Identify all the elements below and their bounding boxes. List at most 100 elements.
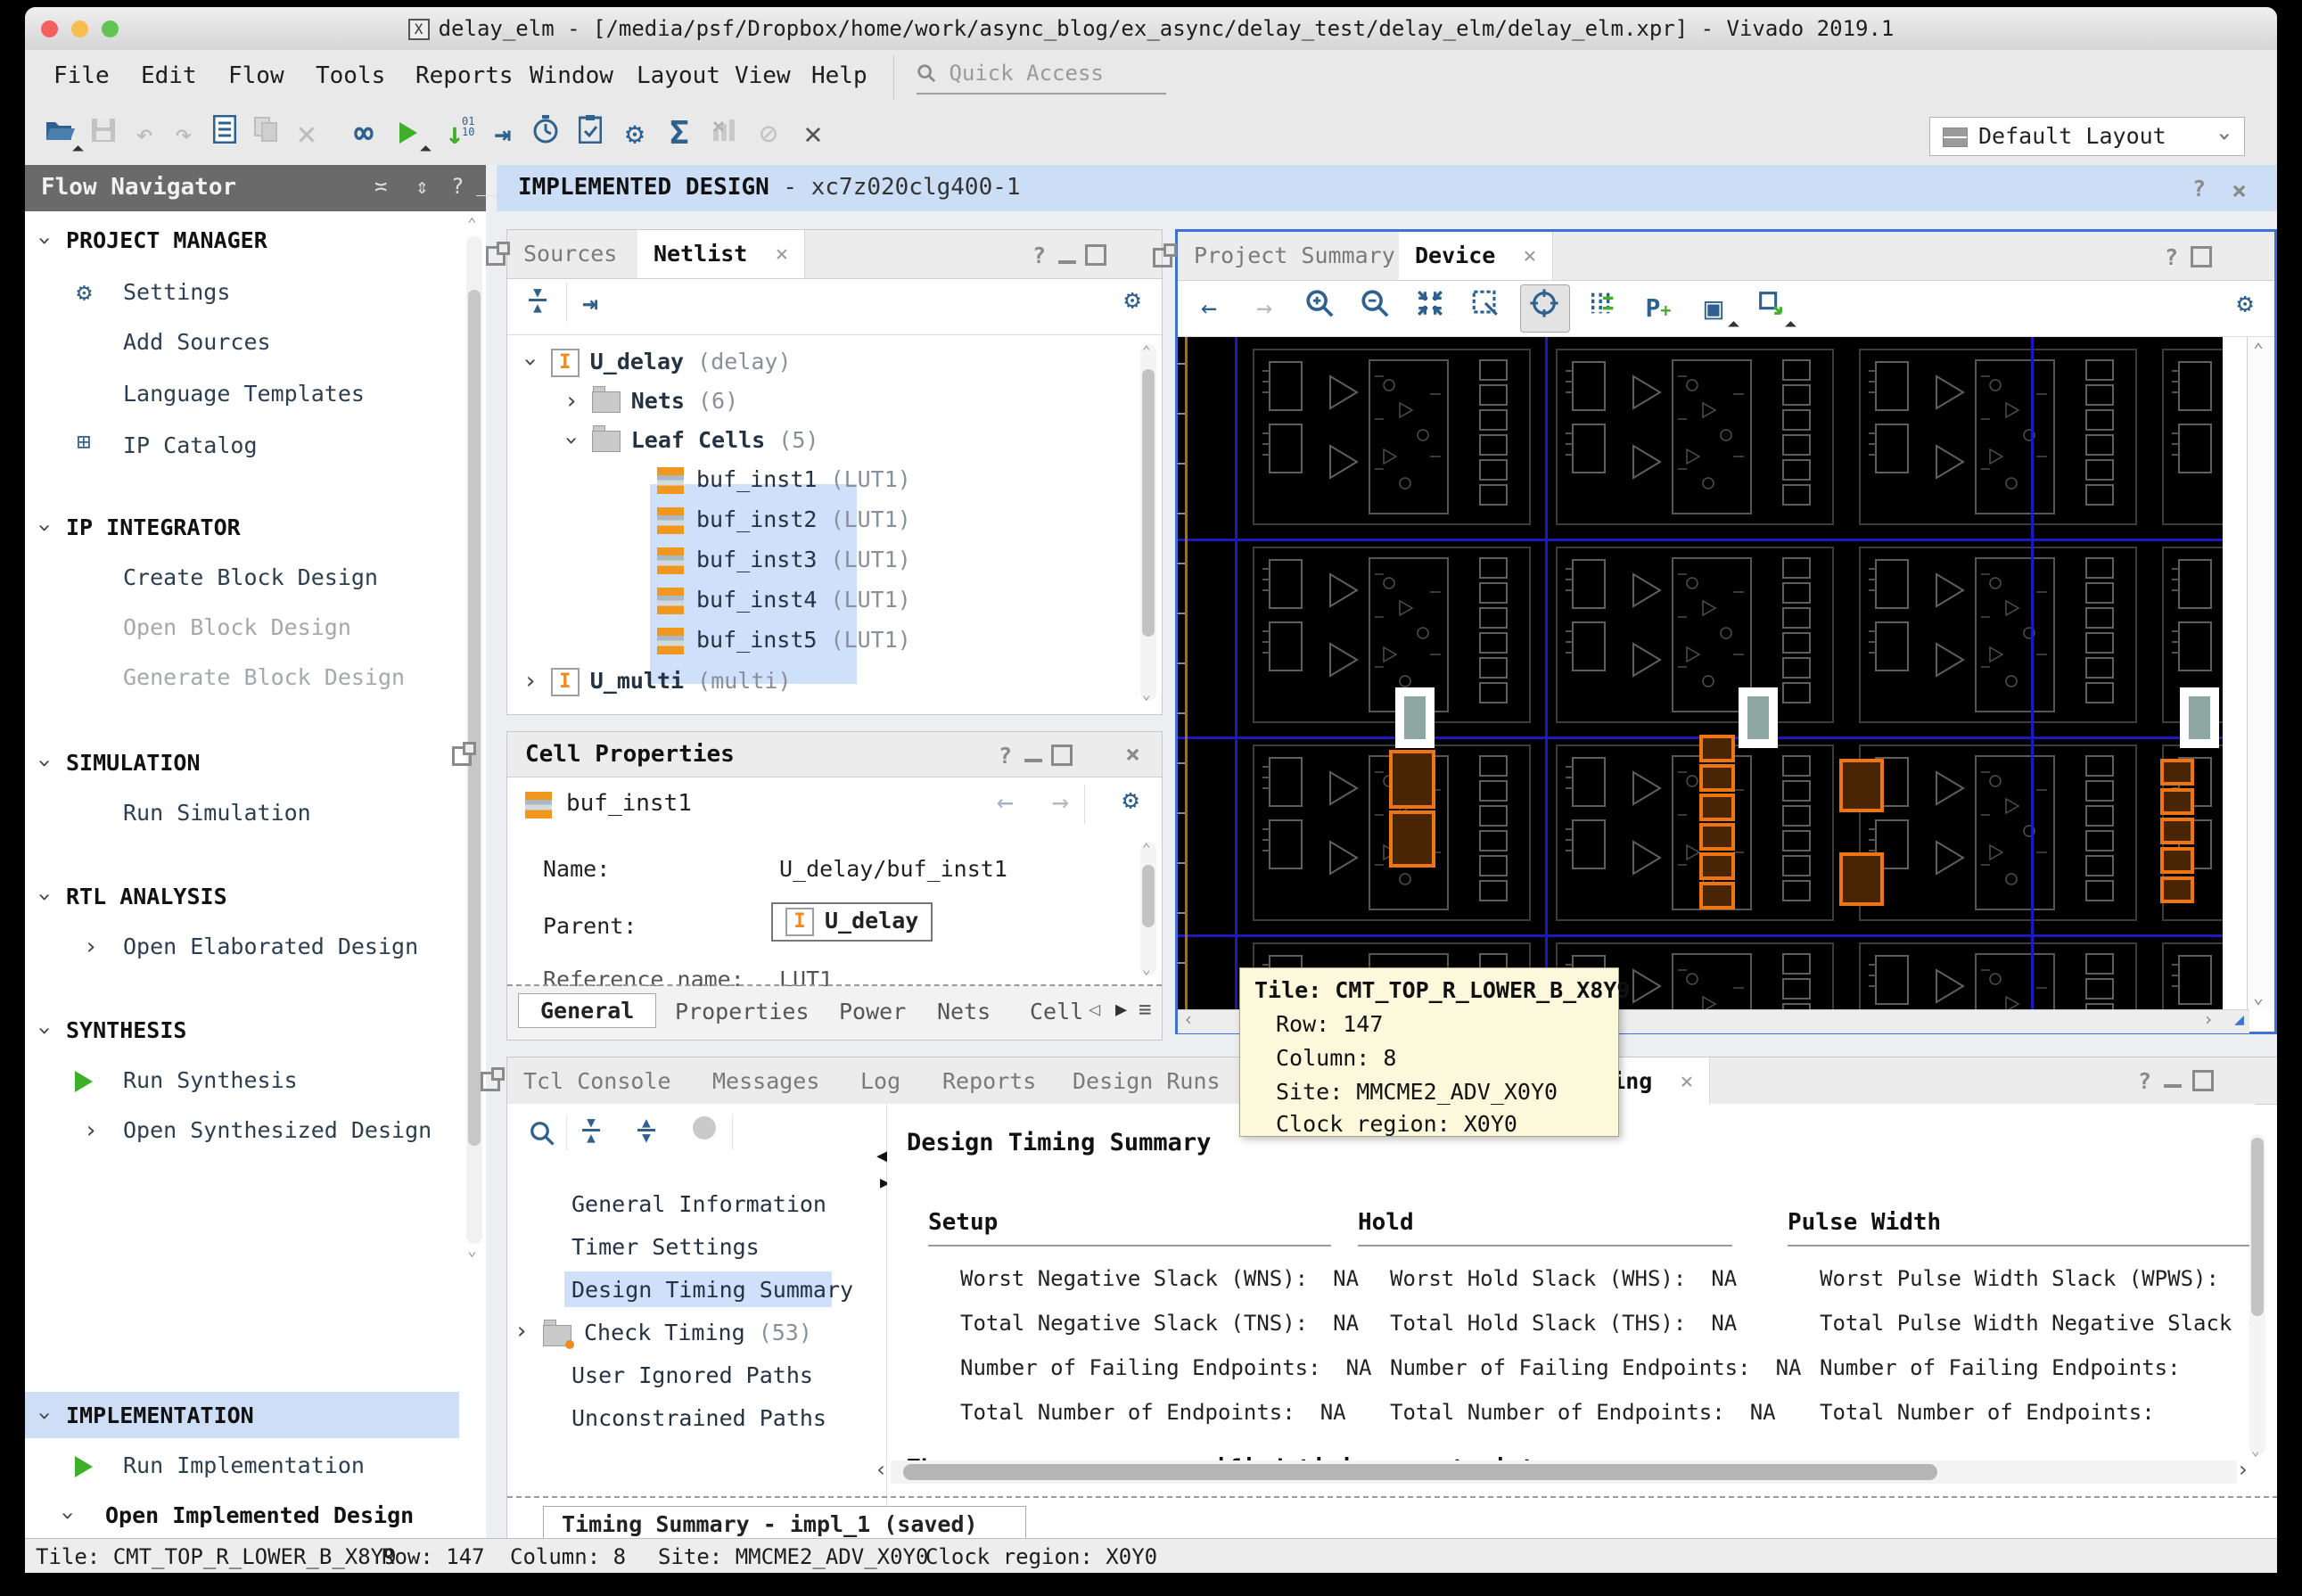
expand-all-icon[interactable]: ⇕ bbox=[415, 174, 428, 199]
sidebar-item-run-simulation[interactable]: Run Simulation bbox=[123, 800, 311, 826]
scroll-down-icon[interactable]: ⌄ bbox=[2253, 986, 2264, 1008]
chart-disabled-button[interactable] bbox=[704, 114, 744, 153]
routing-resources-icon[interactable] bbox=[1581, 288, 1625, 329]
sidebar-section-implementation[interactable]: IMPLEMENTATION bbox=[66, 1403, 254, 1428]
tab-general[interactable]: General bbox=[518, 993, 656, 1028]
forward-arrow-icon[interactable]: → bbox=[1052, 785, 1069, 819]
scroll-down-icon[interactable]: ⌄ bbox=[467, 1241, 477, 1260]
quick-access-search[interactable]: Quick Access bbox=[917, 61, 1166, 95]
maximize-icon[interactable] bbox=[2191, 246, 2212, 267]
tab-tcl-console[interactable]: Tcl Console bbox=[507, 1057, 687, 1106]
float-icon[interactable] bbox=[452, 746, 472, 766]
scroll-left-icon[interactable]: ‹ bbox=[1183, 1008, 1194, 1030]
nav-check-timing[interactable]: Check Timing (53) bbox=[584, 1320, 812, 1345]
tab-properties[interactable]: Properties bbox=[675, 999, 810, 1024]
minimize-icon[interactable] bbox=[1024, 759, 1042, 762]
sidebar-item-add-sources[interactable]: Add Sources bbox=[123, 329, 271, 355]
nav-user-ignored-paths[interactable]: User Ignored Paths bbox=[571, 1362, 813, 1388]
sidebar-item-run-synthesis[interactable]: Run Synthesis bbox=[123, 1067, 298, 1093]
layout-selector[interactable]: Default Layout › bbox=[1929, 117, 2245, 156]
forward-arrow-icon[interactable]: → bbox=[1242, 288, 1287, 329]
sidebar-section-ip-integrator[interactable]: IP INTEGRATOR bbox=[66, 514, 241, 540]
tab-nets[interactable]: Nets bbox=[937, 999, 991, 1024]
menu-view[interactable]: View bbox=[735, 62, 791, 89]
menu-layout[interactable]: Layout bbox=[637, 62, 720, 89]
tab-power[interactable]: Power bbox=[839, 999, 906, 1024]
find-button[interactable]: ∞ bbox=[344, 114, 383, 153]
tree-item-u-delay[interactable]: › IU_delay (delay) bbox=[523, 342, 792, 382]
gear-icon[interactable]: ⚙ bbox=[1122, 785, 1139, 816]
timing-horizontal-scrollbar[interactable]: ‹ › bbox=[891, 1460, 2237, 1484]
timing-vertical-scrollbar[interactable]: ⌄ bbox=[2249, 1134, 2265, 1455]
sidebar-item-settings[interactable]: Settings bbox=[123, 279, 230, 305]
close-tab-icon[interactable]: × bbox=[1523, 243, 1536, 268]
back-arrow-icon[interactable]: ← bbox=[1187, 288, 1231, 329]
zoom-in-icon[interactable] bbox=[1297, 288, 1342, 329]
tab-messages[interactable]: Messages bbox=[696, 1057, 835, 1106]
link-disabled-button[interactable]: ⊘ bbox=[749, 114, 788, 153]
nav-unconstrained-paths[interactable]: Unconstrained Paths bbox=[571, 1405, 826, 1431]
menu-edit[interactable]: Edit bbox=[141, 62, 197, 89]
float-icon[interactable] bbox=[481, 1072, 500, 1091]
open-project-button[interactable] bbox=[41, 114, 80, 153]
collapse-all-icon[interactable]: ▼▲ bbox=[529, 288, 547, 312]
sidebar-scrollbar[interactable]: ⌃ ⌄ bbox=[466, 236, 482, 1244]
sidebar-section-project-manager[interactable]: PROJECT MANAGER bbox=[66, 227, 267, 253]
scroll-to-selected-icon[interactable]: ⇥ bbox=[582, 288, 598, 319]
close-icon[interactable]: × bbox=[1125, 739, 1140, 769]
minimize-icon[interactable] bbox=[1058, 260, 1076, 264]
tab-netlist[interactable]: Netlist × bbox=[637, 230, 805, 278]
minimize-icon[interactable]: ＿ bbox=[476, 169, 497, 200]
help-icon[interactable]: ? bbox=[2192, 176, 2206, 202]
device-canvas[interactable] bbox=[1178, 337, 2223, 1009]
settings-gear-button[interactable]: ⚙ bbox=[615, 114, 654, 153]
maximize-icon[interactable] bbox=[1085, 244, 1106, 266]
zoom-selection-icon[interactable] bbox=[1463, 288, 1508, 329]
scroll-left-icon[interactable]: ‹ bbox=[875, 1457, 887, 1482]
timing-button[interactable] bbox=[526, 114, 565, 153]
tab-reports[interactable]: Reports bbox=[926, 1057, 1052, 1106]
checklist-button[interactable] bbox=[571, 114, 610, 153]
back-arrow-icon[interactable]: ← bbox=[997, 785, 1014, 819]
tree-item-leaf-cells[interactable]: › Leaf Cells (5) bbox=[564, 421, 818, 460]
collapse-all-icon[interactable]: ▼▲ bbox=[582, 1118, 600, 1142]
zoom-fit-icon[interactable] bbox=[1408, 288, 1452, 329]
sidebar-item-open-elaborated-design[interactable]: Open Elaborated Design bbox=[123, 934, 418, 959]
menu-help[interactable]: Help bbox=[811, 62, 867, 89]
tree-item-buf-inst4[interactable]: buf_inst4 (LUT1) bbox=[657, 580, 911, 620]
tree-item-nets[interactable]: › Nets (6) bbox=[564, 382, 738, 421]
menu-reports[interactable]: Reports bbox=[415, 62, 514, 89]
scroll-right-icon[interactable]: › bbox=[2237, 1457, 2249, 1482]
device-vertical-scrollbar[interactable]: ⌃ ⌄ bbox=[2247, 337, 2274, 1009]
sidebar-item-run-implementation[interactable]: Run Implementation bbox=[123, 1452, 365, 1478]
tree-item-buf-inst3[interactable]: buf_inst3 (LUT1) bbox=[657, 540, 911, 580]
cellprops-scrollbar[interactable]: ⌃ ⌄ bbox=[1140, 842, 1156, 975]
sidebar-section-simulation[interactable]: SIMULATION bbox=[66, 750, 201, 776]
netlist-scrollbar[interactable]: ⌃ ⌄ bbox=[1140, 344, 1156, 701]
search-icon[interactable] bbox=[529, 1120, 555, 1150]
tab-menu-icon[interactable]: ≡ bbox=[1139, 997, 1151, 1022]
sidebar-item-language-templates[interactable]: Language Templates bbox=[123, 381, 365, 407]
sidebar-section-rtl-analysis[interactable]: RTL ANALYSIS bbox=[66, 884, 227, 909]
report-button[interactable] bbox=[205, 114, 244, 153]
help-icon[interactable]: ? bbox=[2165, 244, 2178, 270]
nav-general-information[interactable]: General Information bbox=[571, 1191, 826, 1217]
crosshair-selected-icon[interactable] bbox=[1522, 288, 1566, 329]
close-tab-icon[interactable]: × bbox=[1680, 1068, 1693, 1094]
close-tab-icon[interactable]: × bbox=[775, 241, 788, 267]
splitter-dashed[interactable] bbox=[507, 1496, 2277, 1498]
tab-device[interactable]: Device × bbox=[1399, 232, 1553, 280]
sidebar-item-create-block-design[interactable]: Create Block Design bbox=[123, 564, 378, 590]
close-icon[interactable]: × bbox=[2232, 176, 2247, 205]
gear-icon[interactable]: ⚙ bbox=[2237, 288, 2253, 319]
scroll-right-icon[interactable]: › bbox=[2203, 1008, 2214, 1030]
nav-timer-settings[interactable]: Timer Settings bbox=[571, 1234, 760, 1260]
tab-cell[interactable]: Cell bbox=[1030, 999, 1083, 1024]
maximize-icon[interactable] bbox=[1051, 745, 1073, 766]
window-view-icon[interactable]: ▣ bbox=[1691, 288, 1736, 329]
pblock-icon[interactable]: P+ bbox=[1636, 288, 1681, 329]
sidebar-item-open-implemented-design[interactable]: Open Implemented Design bbox=[105, 1502, 414, 1528]
tab-design-runs[interactable]: Design Runs bbox=[1056, 1057, 1237, 1106]
tree-item-u-multi[interactable]: › IU_multi (multi) bbox=[523, 662, 792, 701]
help-icon[interactable]: ? bbox=[451, 174, 464, 199]
